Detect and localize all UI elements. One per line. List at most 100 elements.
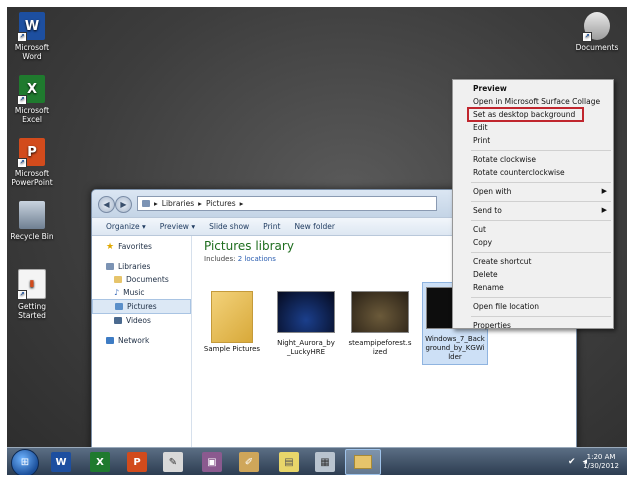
menu-separator [471, 200, 611, 202]
getting-started-icon: ▮ ↗ [17, 269, 46, 300]
nav-item-documents[interactable]: Documents [92, 273, 191, 286]
menu-item-label: Send to [473, 206, 502, 215]
taskbar-powerpoint-icon[interactable]: P [127, 452, 147, 472]
taskbar-sticky-notes-icon[interactable]: ▤ [279, 452, 299, 472]
taskbar: ⊞ W X P ✎ ▣ ✐ ▤ ▦ ✔ ◂ 1:20 AM 1/30/2012 [7, 447, 627, 475]
taskbar-notepad-icon[interactable]: ✎ [163, 452, 183, 472]
new-folder-button[interactable]: New folder [294, 222, 335, 231]
menu-separator [471, 315, 611, 317]
menu-item-rotate-counterclockwise[interactable]: Rotate counterclockwise [453, 166, 613, 179]
menu-item-open-with[interactable]: Open with ▶ [453, 185, 613, 198]
breadcrumb-separator-icon: ▸ [239, 199, 244, 208]
file-name: steampipeforest.s ized [348, 339, 412, 356]
file-tile[interactable]: Night_Aurora_by _LuckyHRE [274, 291, 338, 357]
network-icon [106, 337, 114, 344]
print-button[interactable]: Print [263, 222, 280, 231]
preview-button[interactable]: Preview ▾ [160, 222, 195, 231]
breadcrumb-separator-icon: ▸ [198, 199, 202, 208]
star-icon: ★ [106, 241, 115, 252]
pictures-icon [115, 303, 123, 310]
nav-item-label: Network [118, 336, 150, 345]
context-menu: Preview Open in Microsoft Surface Collag… [452, 79, 614, 332]
menu-separator [471, 181, 611, 183]
image-thumbnail [277, 291, 335, 333]
nav-item-libraries[interactable]: Libraries [92, 260, 191, 273]
taskbar-calculator-icon[interactable]: ▦ [315, 452, 335, 472]
back-button[interactable]: ◀ [98, 196, 115, 213]
menu-item-rotate-clockwise[interactable]: Rotate clockwise [453, 153, 613, 166]
desktop-icon-label: Recycle Bin [10, 232, 54, 241]
taskbar-excel-icon[interactable]: X [90, 452, 110, 472]
desktop: W ↗ Microsoft Word X ↗ Microsoft Excel P ↗ … [7, 7, 627, 475]
desktop-icon-powerpoint[interactable]: P ↗ Microsoft PowerPoint [7, 138, 57, 187]
nav-item-label: Documents [126, 275, 169, 284]
file-name: Night_Aurora_by _LuckyHRE [277, 339, 335, 356]
clock-date: 1/30/2012 [583, 462, 619, 470]
desktop-icon-label: Microsoft Word [14, 43, 50, 61]
image-thumbnail [351, 291, 409, 333]
file-tile[interactable]: Sample Pictures [200, 291, 264, 354]
submenu-arrow-icon: ▶ [601, 206, 607, 214]
slide-show-button[interactable]: Slide show [209, 222, 249, 231]
file-name: Windows_7_Back ground_by_KGWi lder [425, 335, 485, 361]
menu-item-cut[interactable]: Cut [453, 223, 613, 236]
folder-icon [354, 455, 372, 469]
menu-item-edit[interactable]: Edit [453, 121, 613, 134]
menu-item-properties[interactable]: Properties [453, 319, 613, 332]
breadcrumb-separator-icon: ▸ [154, 199, 158, 208]
menu-item-open-in-surface-collage[interactable]: Open in Microsoft Surface Collage [453, 95, 613, 108]
file-tile[interactable]: steampipeforest.s ized [348, 291, 412, 357]
word-icon: W ↗ [17, 12, 45, 42]
menu-item-rename[interactable]: Rename [453, 281, 613, 294]
organize-button[interactable]: Organize ▾ [106, 222, 146, 231]
menu-item-send-to[interactable]: Send to ▶ [453, 204, 613, 217]
menu-item-set-as-desktop-background[interactable]: Set as desktop background [467, 107, 584, 122]
videos-icon [114, 317, 122, 324]
desktop-icon-word[interactable]: W ↗ Microsoft Word [7, 12, 57, 61]
desktop-icon-excel[interactable]: X ↗ Microsoft Excel [7, 75, 57, 124]
breadcrumb-libraries[interactable]: Libraries [162, 199, 194, 208]
back-arrow-icon: ◀ [103, 200, 110, 209]
nav-item-label: Music [123, 288, 145, 297]
desktop-icon-recycle-bin[interactable]: Recycle Bin [7, 201, 57, 241]
forward-button[interactable]: ▶ [115, 196, 132, 213]
nav-item-favorites[interactable]: ★ Favorites [92, 240, 191, 253]
documents-icon [114, 276, 122, 283]
navigation-pane: ★ Favorites Libraries Documents ♪ Music [92, 236, 192, 475]
library-icon [106, 263, 114, 270]
address-bar[interactable]: ▸ Libraries ▸ Pictures ▸ [137, 196, 437, 211]
excel-icon: X ↗ [17, 75, 45, 105]
includes-label: Includes: [204, 255, 236, 263]
menu-item-copy[interactable]: Copy [453, 236, 613, 249]
nav-item-videos[interactable]: Videos [92, 314, 191, 327]
menu-item-preview[interactable]: Preview [453, 82, 613, 95]
library-title: Pictures library [204, 239, 294, 253]
menu-separator [471, 251, 611, 253]
menu-item-print[interactable]: Print [453, 134, 613, 147]
folder-icon [211, 291, 253, 343]
library-icon [142, 200, 150, 207]
locations-link[interactable]: 2 locations [238, 255, 276, 263]
file-name: Sample Pictures [203, 345, 261, 353]
nav-item-network[interactable]: Network [92, 334, 191, 347]
taskbar-word-icon[interactable]: W [51, 452, 71, 472]
nav-item-label: Libraries [118, 262, 151, 271]
taskbar-paint-icon[interactable]: ✐ [239, 452, 259, 472]
desktop-icon-documents[interactable]: ↗ Documents [572, 12, 622, 52]
taskbar-explorer-icon[interactable] [345, 449, 381, 475]
desktop-icon-label: Microsoft Excel [14, 106, 50, 124]
action-center-icon[interactable]: ✔ [568, 457, 576, 467]
clock[interactable]: 1:20 AM 1/30/2012 [583, 453, 619, 471]
nav-item-pictures[interactable]: Pictures [92, 299, 191, 314]
nav-item-music[interactable]: ♪ Music [92, 286, 191, 299]
breadcrumb-pictures[interactable]: Pictures [206, 199, 236, 208]
desktop-icon-getting-started[interactable]: ▮ ↗ Getting Started [7, 269, 57, 320]
start-button[interactable]: ⊞ [11, 449, 39, 475]
taskbar-media-center-icon[interactable]: ▣ [202, 452, 222, 472]
menu-item-create-shortcut[interactable]: Create shortcut [453, 255, 613, 268]
menu-item-delete[interactable]: Delete [453, 268, 613, 281]
menu-item-open-file-location[interactable]: Open file location [453, 300, 613, 313]
music-icon: ♪ [114, 288, 120, 297]
desktop-icon-label: Documents [575, 43, 619, 52]
